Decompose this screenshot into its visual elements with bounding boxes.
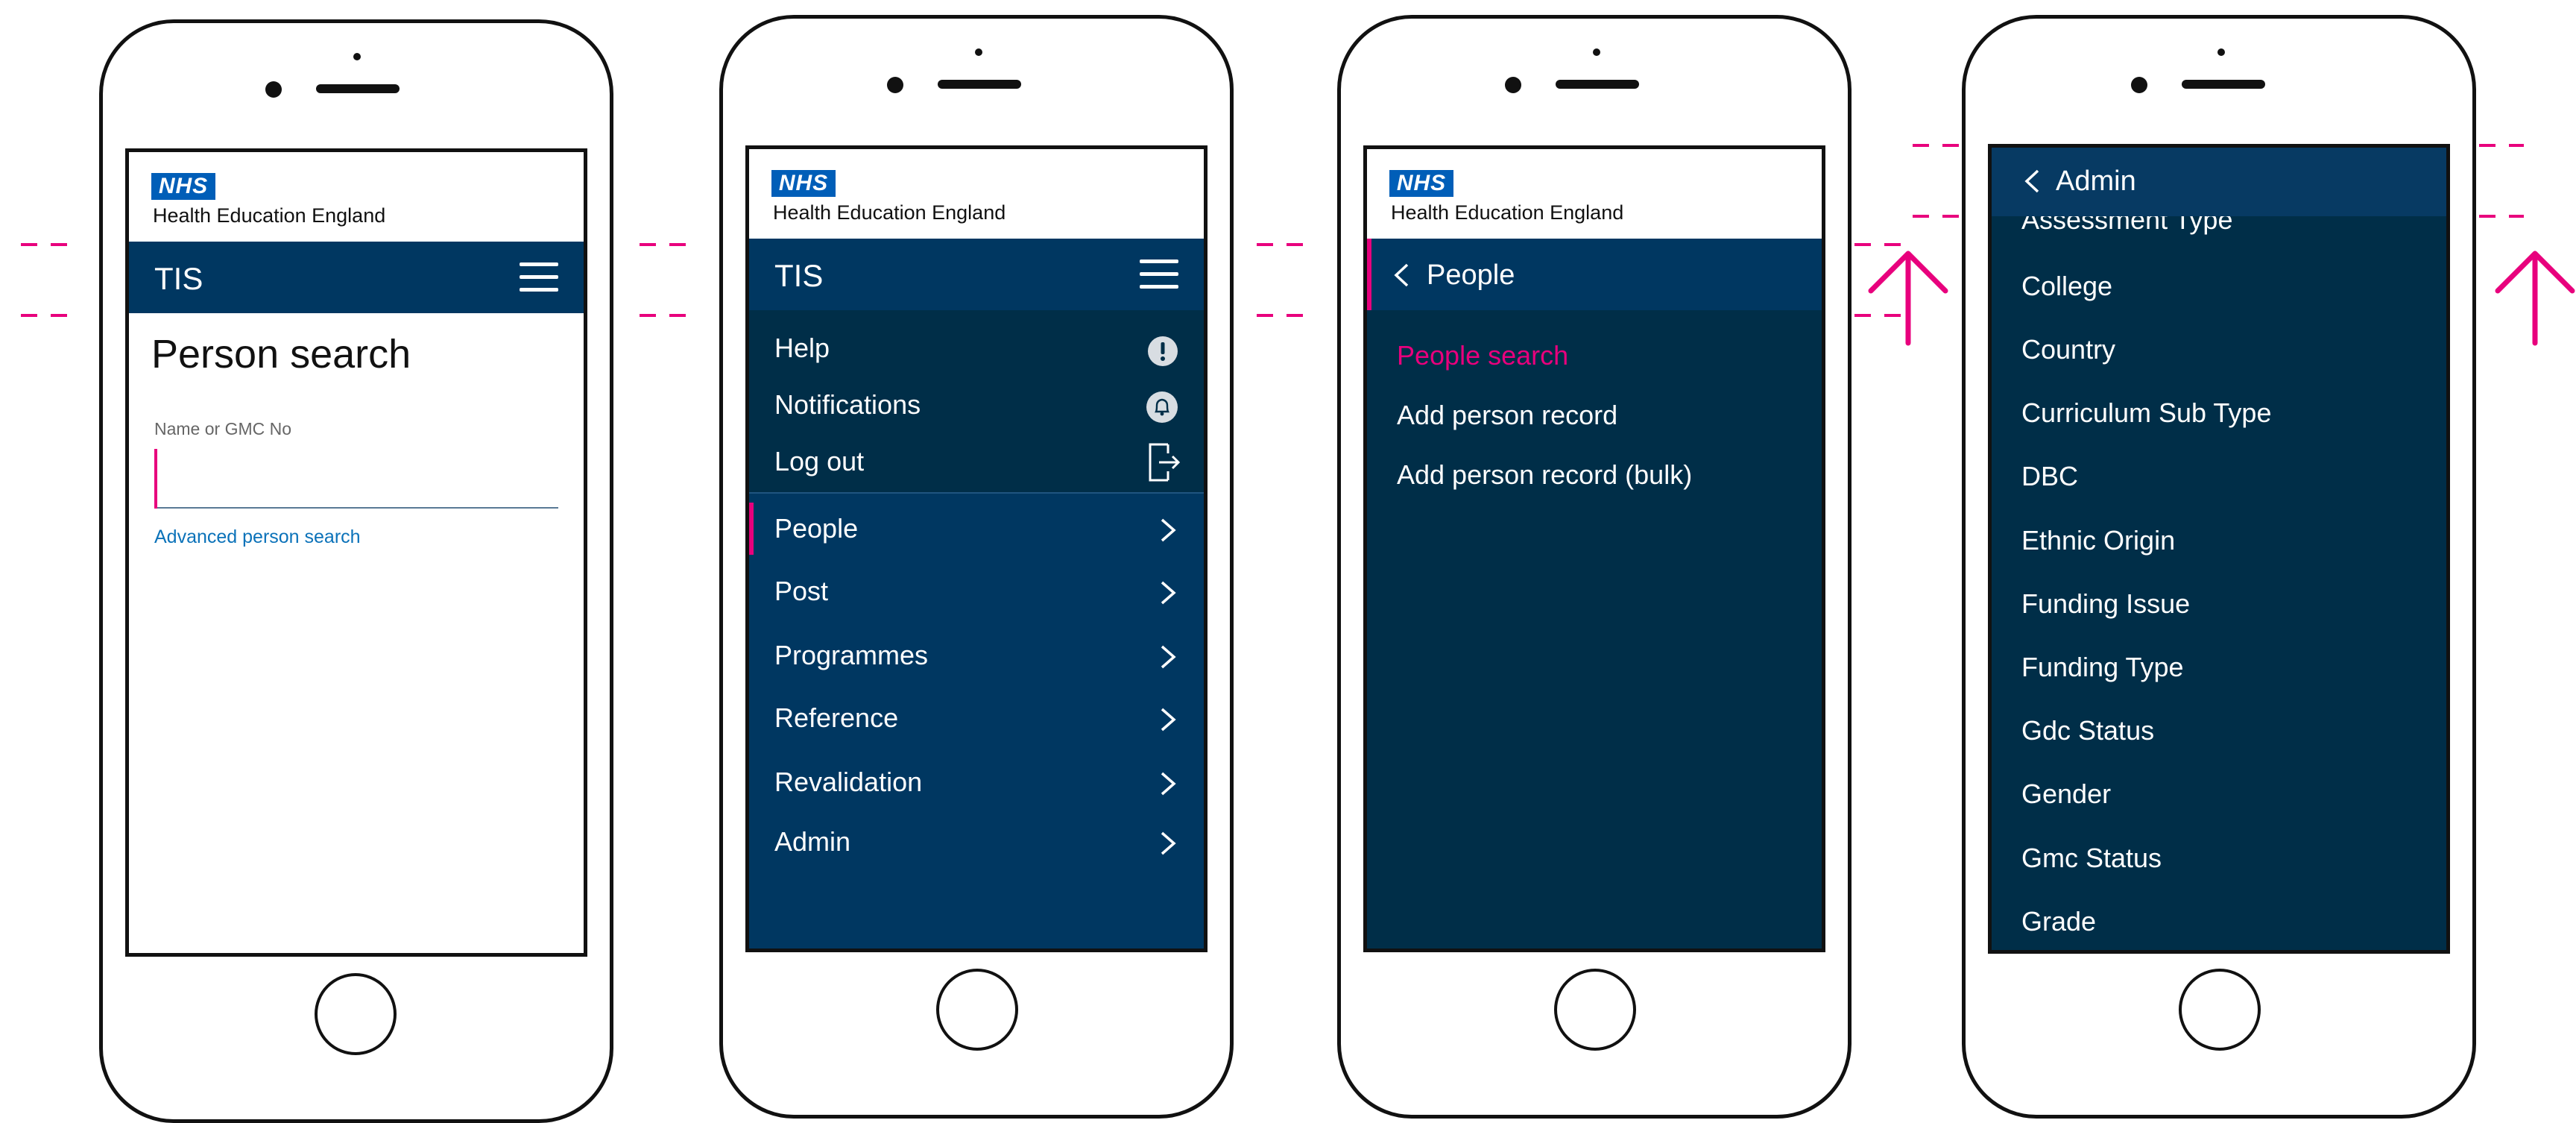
nav-item-programmes[interactable]: Programmes <box>749 629 1204 682</box>
screen-person-search: NHS Health Education England TIS Person … <box>125 148 587 957</box>
speaker <box>938 80 1021 89</box>
screen-admin-menu: Assessment Type College Country Curricul… <box>1988 144 2450 954</box>
guide-line-top-3 <box>1257 243 1316 246</box>
nhs-logo: NHS <box>151 173 215 200</box>
nav-item-revalidation[interactable]: Revalidation <box>749 756 1204 808</box>
text-cursor <box>154 449 157 509</box>
chevron-right-icon <box>1161 645 1176 669</box>
nav-item-people[interactable]: People <box>749 503 1204 555</box>
scroll-up-arrow-icon <box>2495 251 2575 346</box>
admin-list: Assessment Type College Country Curricul… <box>1992 148 2446 950</box>
camera <box>265 81 282 98</box>
guide-line-top-left <box>21 243 80 246</box>
chevron-left-icon <box>1394 263 1409 287</box>
nhs-logo: NHS <box>1389 170 1453 197</box>
hamburger-menu-icon[interactable] <box>520 262 558 292</box>
org-name: Health Education England <box>153 204 386 227</box>
utility-menu: Help Notifications Log out <box>749 310 1204 492</box>
sensor <box>1593 48 1600 56</box>
screen-people-menu: NHS Health Education England People Peop… <box>1363 145 1825 952</box>
admin-item[interactable]: Country <box>2021 334 2115 365</box>
chevron-right-icon <box>1161 831 1176 855</box>
nav-item-reference[interactable]: Reference <box>749 692 1204 744</box>
admin-item[interactable]: Gdc Status <box>2021 715 2154 746</box>
app-title-bar: TIS <box>129 242 584 313</box>
back-label: Admin <box>2056 166 2136 197</box>
admin-item[interactable]: College <box>2021 271 2112 302</box>
phone-frame-people-menu: NHS Health Education England People Peop… <box>1337 15 1852 1119</box>
active-indicator <box>749 503 754 555</box>
menu-item-help[interactable]: Help <box>749 322 1204 374</box>
bell-icon <box>1146 391 1178 423</box>
back-label: People <box>1427 259 1515 291</box>
chevron-right-icon <box>1161 518 1176 542</box>
sensor <box>2217 48 2225 56</box>
page-title: Person search <box>151 332 411 377</box>
admin-item[interactable]: DBC <box>2021 461 2078 492</box>
phone-frame-main-menu: NHS Health Education England TIS Help No… <box>719 15 1234 1119</box>
guide-line-top-2 <box>640 243 699 246</box>
admin-item[interactable]: Funding Type <box>2021 652 2184 683</box>
submenu-item-people-search[interactable]: People search <box>1397 340 1568 371</box>
app-name: TIS <box>774 258 824 293</box>
nhs-logo: NHS <box>771 170 836 197</box>
org-name: Health Education England <box>1391 201 1624 224</box>
home-button[interactable] <box>2179 969 2261 1051</box>
admin-item[interactable]: Gmc Status <box>2021 843 2162 874</box>
logout-icon <box>1149 443 1181 482</box>
phone-frame-admin-menu: Assessment Type College Country Curricul… <box>1962 15 2476 1119</box>
sensor <box>975 48 982 56</box>
guide-line-bottom-3 <box>1257 314 1316 317</box>
camera <box>887 77 903 93</box>
camera <box>2131 77 2147 93</box>
chevron-right-icon <box>1161 708 1176 732</box>
nav-item-post[interactable]: Post <box>749 565 1204 617</box>
search-label: Name or GMC No <box>154 419 292 438</box>
home-button[interactable] <box>1554 969 1636 1051</box>
org-name: Health Education England <box>773 201 1006 224</box>
chevron-right-icon <box>1161 772 1176 796</box>
home-button[interactable] <box>315 973 397 1055</box>
speaker <box>316 84 400 93</box>
admin-item[interactable]: Grade <box>2021 906 2096 937</box>
scroll-up-arrow-icon <box>1868 251 1948 346</box>
hamburger-menu-icon[interactable] <box>1140 259 1178 289</box>
home-button[interactable] <box>936 969 1018 1051</box>
back-bar-people[interactable]: People <box>1367 239 1822 310</box>
chevron-left-icon <box>2024 169 2039 193</box>
back-bar-admin[interactable]: Admin <box>1992 148 2446 216</box>
chevron-right-icon <box>1161 581 1176 605</box>
camera <box>1505 77 1521 93</box>
menu-item-notifications[interactable]: Notifications <box>749 379 1204 431</box>
nav-item-admin[interactable]: Admin <box>749 816 1204 868</box>
guide-line-bottom-2 <box>640 314 699 317</box>
active-indicator <box>1367 239 1371 310</box>
submenu-item-add-person[interactable]: Add person record <box>1397 400 1617 431</box>
speaker <box>1556 80 1639 89</box>
speaker <box>2182 80 2265 89</box>
main-nav: People Post Programmes Reference Revalid… <box>749 492 1204 949</box>
app-header: NHS Health Education England <box>1367 149 1822 239</box>
phone-frame-person-search: NHS Health Education England TIS Person … <box>99 19 613 1123</box>
app-header: NHS Health Education England <box>129 152 584 242</box>
screen-main-menu: NHS Health Education England TIS Help No… <box>745 145 1208 952</box>
menu-item-logout[interactable]: Log out <box>749 435 1204 488</box>
admin-item[interactable]: Ethnic Origin <box>2021 525 2175 556</box>
admin-item[interactable]: Gender <box>2021 778 2111 810</box>
guide-line-bottom-left <box>21 314 80 317</box>
advanced-search-link[interactable]: Advanced person search <box>154 526 361 548</box>
app-name: TIS <box>154 261 203 296</box>
admin-item[interactable]: Curriculum Sub Type <box>2021 397 2271 429</box>
search-input[interactable] <box>154 449 558 509</box>
submenu-item-add-person-bulk[interactable]: Add person record (bulk) <box>1397 459 1692 491</box>
app-title-bar: TIS <box>749 239 1204 310</box>
app-header: NHS Health Education England <box>749 149 1204 239</box>
alert-icon <box>1148 336 1178 366</box>
sensor <box>353 53 361 60</box>
admin-item[interactable]: Funding Issue <box>2021 588 2190 620</box>
